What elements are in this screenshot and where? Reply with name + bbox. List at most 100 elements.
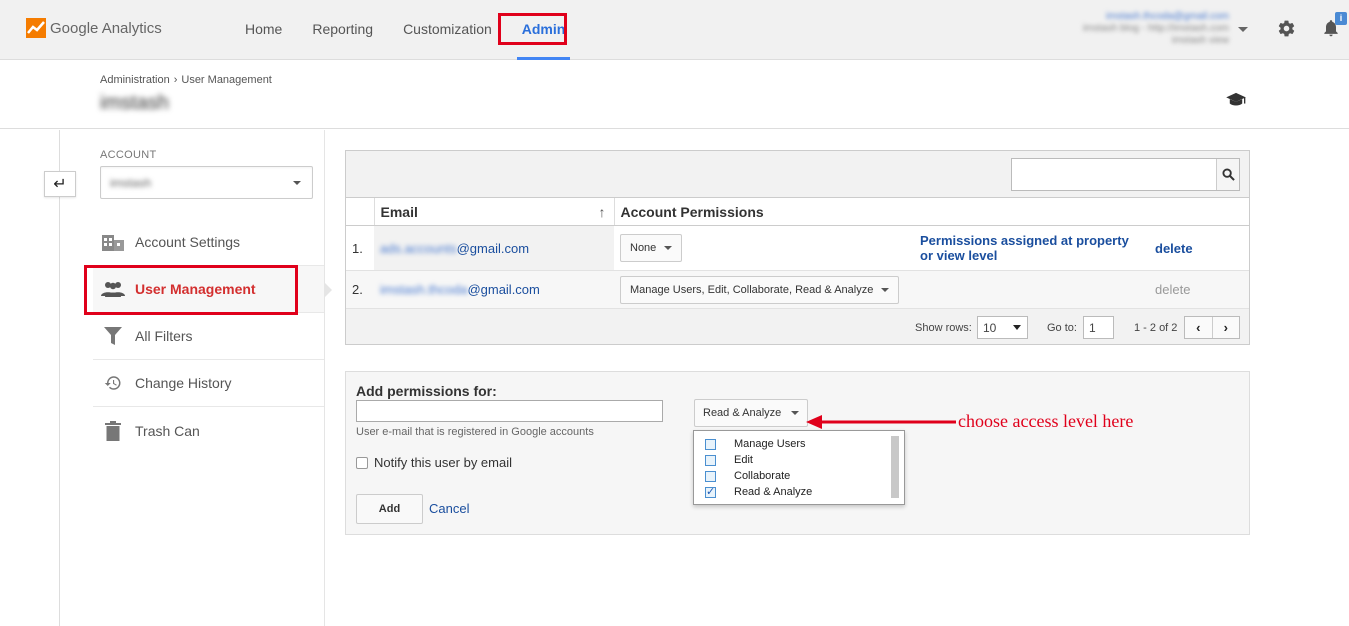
next-page-button[interactable]: › [1213,317,1240,338]
notification-badge[interactable]: i [1335,12,1347,25]
email-header-label: Email [380,203,418,220]
permission-select-value: Manage Users, Edit, Collaborate, Read & … [630,283,874,296]
row-note-cell [914,270,1149,309]
chevron-down-icon [791,411,800,416]
chevron-down-icon [1013,325,1021,330]
sort-ascending-icon[interactable]: ↑ [599,204,606,220]
goto-label: Go to: [1047,322,1077,334]
sidebar-item-all-filters[interactable]: All Filters [93,313,324,360]
access-option-manage-users[interactable]: Manage Users [705,436,806,452]
chevron-down-icon [881,287,890,292]
option-checkbox-checked[interactable] [705,485,716,498]
table-header-email[interactable]: Email ↑ [373,197,614,226]
gear-icon[interactable] [1277,19,1296,38]
prev-page-button[interactable]: ‹ [1185,317,1213,338]
option-checkbox[interactable] [705,454,716,466]
breadcrumb-current: User Management [181,74,272,86]
sidebar-item-label: Change History [135,375,232,391]
permissions-note-link[interactable]: Permissions assigned at property or view… [920,233,1142,263]
app-name: Google Analytics [50,19,162,37]
sidebar-item-label: Trash Can [135,422,200,439]
sidebar-item-account-settings[interactable]: Account Settings [93,219,324,266]
email-user: ads.accounts [380,240,457,256]
active-indicator-arrow [324,282,332,298]
row-email: imstash.thcoda@gmail.com [374,270,614,309]
row-number: 1. [346,225,374,271]
notify-checkbox[interactable] [356,456,368,469]
email-domain: @gmail.com [467,282,540,297]
account-label: ACCOUNT [100,149,157,161]
building-icon [101,232,125,252]
notify-option[interactable]: Notify this user by email [356,455,512,470]
user-management-highlight-box [84,265,298,315]
email-user: imstash.thcoda [380,282,468,297]
history-icon [101,373,125,393]
chevron-down-icon [293,181,301,185]
access-level-value: Read & Analyze [703,407,782,419]
account-view: imstash view [1171,35,1229,46]
permission-select[interactable]: None [620,234,683,262]
page-nav: ‹ › [1184,316,1240,339]
row-action-cell: delete [1149,225,1249,271]
goto-input[interactable]: 1 [1083,316,1114,339]
google-analytics-logo[interactable]: Google Analytics [26,18,162,38]
row-number: 2. [346,270,374,309]
access-level-dropdown: Manage Users Edit Collaborate Read & Ana… [693,430,905,505]
access-option-edit[interactable]: Edit [705,452,753,468]
graduation-cap-icon[interactable] [1225,92,1247,108]
sidebar-item-trash-can[interactable]: Trash Can [93,407,324,454]
dropdown-scrollbar[interactable] [891,436,899,498]
show-rows-select[interactable]: 10 [977,316,1028,339]
access-level-select[interactable]: Read & Analyze [694,399,809,427]
option-label: Read & Analyze [734,486,813,498]
sidebar-item-label: All Filters [135,328,193,344]
row-permission-cell: Manage Users, Edit, Collaborate, Read & … [614,270,914,309]
row-permission-cell: None [614,225,914,271]
sidebar-item-change-history[interactable]: Change History [93,360,324,407]
add-permissions-title: Add permissions for: [356,383,497,399]
delete-link: delete [1155,282,1191,297]
account-select[interactable]: imstash [100,166,313,199]
sidebar-divider [324,130,325,626]
permission-select[interactable]: Manage Users, Edit, Collaborate, Read & … [620,275,900,304]
breadcrumb-separator: › [173,74,178,86]
user-email-input[interactable] [356,400,663,422]
table-header-number [346,197,374,226]
page-header: Administration › User Management imstash [0,60,1349,129]
option-checkbox[interactable] [705,438,716,450]
users-table: Email ↑ Account Permissions 1. ads.accou… [346,197,1249,309]
access-option-read-analyze[interactable]: Read & Analyze [705,484,812,500]
email-domain: @gmail.com [456,240,530,256]
cancel-link[interactable]: Cancel [429,501,469,516]
back-arrow-icon: ↵ [53,176,67,193]
search-input[interactable] [1011,158,1240,191]
option-label: Collaborate [734,470,791,482]
top-bar: Google Analytics Home Reporting Customiz… [0,0,1349,60]
table-header-permissions: Account Permissions [613,197,1249,226]
option-label: Manage Users [734,438,806,450]
users-table-panel: Email ↑ Account Permissions 1. ads.accou… [345,150,1250,345]
nav-customization[interactable]: Customization [388,0,507,60]
account-property: imstash blog - http://imstash.com [1082,23,1229,34]
search-icon [1221,168,1235,181]
sidebar-item-label: Account Settings [135,234,241,250]
page-range: 1 - 2 of 2 [1134,322,1178,334]
chevron-down-icon[interactable] [1238,27,1248,32]
nav-reporting[interactable]: Reporting [297,0,388,60]
back-button[interactable]: ↵ [44,171,76,197]
show-rows-value: 10 [983,321,997,335]
table-row: 2. imstash.thcoda@gmail.com Manage Users… [346,270,1249,309]
annotation-arrow-icon [806,415,956,429]
breadcrumb: Administration › User Management [100,74,272,86]
admin-highlight-box [498,13,567,45]
add-button[interactable]: Add [356,494,423,524]
search-button[interactable] [1216,159,1239,190]
access-option-collaborate[interactable]: Collaborate [705,468,790,484]
account-switcher[interactable]: imstash.thcoda@gmail.com imstash blog - … [1083,11,1229,47]
delete-link[interactable]: delete [1155,241,1193,256]
notify-label: Notify this user by email [374,455,512,470]
breadcrumb-root[interactable]: Administration [100,74,170,86]
row-email: ads.accounts@gmail.com [374,225,614,271]
option-checkbox[interactable] [705,470,716,482]
nav-home[interactable]: Home [230,0,297,60]
